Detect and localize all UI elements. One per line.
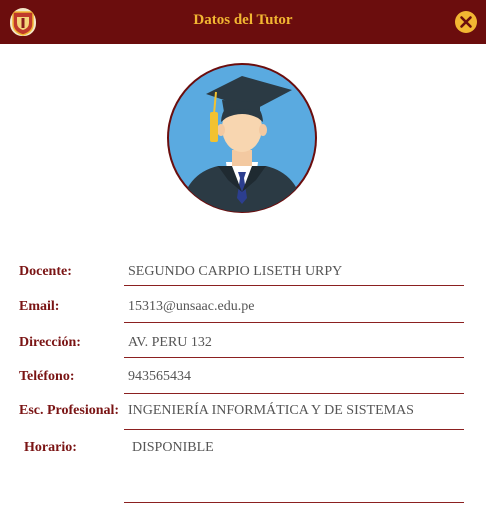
field-label: Dirección: [19, 335, 81, 350]
tutor-dialog: Datos del Tutor Docente: SEGUNDO CARPIO … [0, 0, 486, 515]
dialog-header: Datos del Tutor [0, 0, 486, 44]
field-value: 943565434 [128, 369, 191, 384]
field-underline [124, 502, 464, 503]
field-value: 15313@unsaac.edu.pe [128, 299, 255, 314]
field-underline [124, 393, 464, 394]
close-button[interactable] [454, 10, 478, 34]
close-icon[interactable] [454, 10, 478, 34]
field-underline [124, 322, 464, 323]
field-label: Horario: [24, 440, 77, 455]
dialog-title: Datos del Tutor [193, 12, 293, 28]
field-label: Email: [19, 299, 60, 314]
field-label: Docente: [19, 264, 72, 279]
field-value: AV. PERU 132 [128, 335, 212, 350]
field-underline [124, 357, 464, 358]
field-underline [124, 285, 464, 286]
field-value: INGENIERÍA INFORMÁTICA Y DE SISTEMAS [128, 403, 414, 418]
field-underline [124, 429, 464, 430]
field-label: Teléfono: [19, 369, 75, 384]
graduate-avatar-icon [166, 62, 318, 214]
field-value: DISPONIBLE [132, 440, 214, 455]
field-value: SEGUNDO CARPIO LISETH URPY [128, 264, 343, 279]
field-label: Esc. Profesional: [19, 403, 120, 418]
